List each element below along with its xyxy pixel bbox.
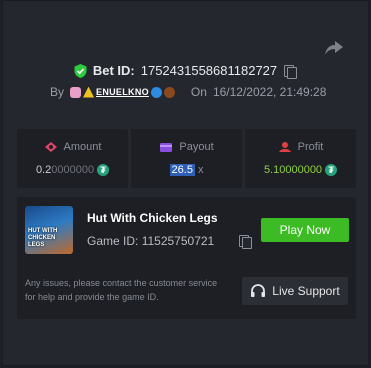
bet-owner-line: By ENUELKNO On 16/12/2022, 21:49:28	[50, 85, 326, 99]
copy-bet-id-icon[interactable]	[283, 64, 298, 79]
username[interactable]: ENUELKNO	[70, 86, 175, 98]
profit-value: 5.10000000	[263, 164, 323, 176]
tether-icon: ₮	[325, 164, 338, 176]
emoji-alert-icon	[83, 86, 95, 98]
emoji-swirl-icon	[150, 86, 162, 98]
bet-id-label: Bet ID:	[92, 63, 135, 78]
game-thumbnail[interactable]: HUT WITH CHICKEN LEGS	[25, 206, 73, 254]
game-thumbnail-title: HUT WITH CHICKEN LEGS	[28, 228, 58, 248]
copy-game-id-icon[interactable]	[238, 234, 252, 249]
stat-profit: Profit 5.10000000 ₮	[245, 129, 356, 188]
bet-id-value: 1752431558681182727	[140, 63, 278, 78]
username-text: ENUELKNO	[96, 87, 149, 97]
live-support-button[interactable]: Live Support	[242, 277, 348, 305]
share-icon[interactable]	[323, 39, 345, 57]
game-card: HUT WITH CHICKEN LEGS Hut With Chicken L…	[17, 197, 356, 319]
payout-suffix: x	[197, 164, 204, 176]
payout-value: 26.5	[169, 164, 195, 176]
live-support-label: Live Support	[272, 284, 340, 298]
tether-icon: ₮	[97, 164, 110, 176]
payout-icon	[160, 143, 173, 152]
amount-icon	[44, 142, 57, 152]
amount-value: 0.20000000	[35, 164, 95, 176]
shield-check-icon	[74, 63, 87, 78]
profit-label: Profit	[297, 141, 324, 153]
profit-icon	[278, 142, 291, 152]
support-note: Any issues, please contact the customer …	[25, 278, 218, 302]
on-label: On	[190, 85, 207, 99]
bet-id-line: Bet ID: 1752431558681182727	[0, 63, 371, 79]
play-now-button[interactable]: Play Now	[261, 218, 349, 242]
stat-payout: Payout 26.5 x	[131, 129, 242, 188]
emoji-football-icon	[163, 86, 175, 98]
amount-label: Amount	[63, 141, 102, 153]
by-label: By	[50, 85, 65, 99]
game-id: Game ID: 11525750721	[87, 234, 215, 248]
headset-icon	[251, 284, 266, 297]
stat-amount: Amount 0.20000000 ₮	[17, 129, 128, 188]
emoji-cake-icon	[70, 86, 82, 98]
game-title: Hut With Chicken Legs	[87, 211, 218, 225]
payout-label: Payout	[179, 141, 214, 153]
bet-datetime: 16/12/2022, 21:49:28	[212, 85, 327, 99]
bet-stats: Amount 0.20000000 ₮ Payout 26.5 x Profit…	[17, 129, 356, 188]
